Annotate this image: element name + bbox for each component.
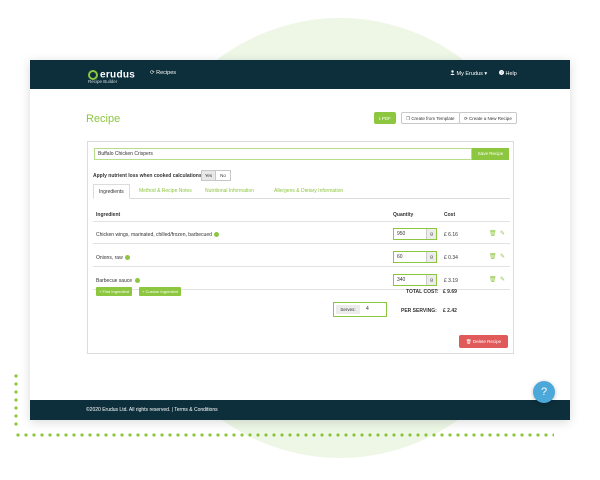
quantity-value: 340 bbox=[397, 277, 406, 283]
quantity-unit: g bbox=[426, 275, 436, 285]
recipe-name-input[interactable]: Buffalo Chicken Crispers bbox=[94, 148, 472, 160]
pencil-icon[interactable]: ✎ bbox=[500, 277, 505, 283]
ingredient-name: Chicken wings, marinated, chilled/frozen… bbox=[96, 232, 212, 238]
plus-icon: + bbox=[99, 289, 102, 294]
decorative-dots-vertical bbox=[14, 372, 18, 428]
table-row-ingredient-name: Chicken wings, marinated, chilled/frozen… bbox=[96, 232, 220, 238]
find-ingredient-button[interactable]: + Find Ingredient bbox=[96, 287, 133, 296]
pencil-icon[interactable]: ✎ bbox=[500, 254, 505, 260]
refresh-icon: ⟳ bbox=[150, 70, 155, 76]
custom-ingredient-button[interactable]: + Custom Ingredient bbox=[139, 287, 182, 296]
quantity-value: 950 bbox=[397, 231, 406, 237]
save-recipe-button[interactable]: Save Recipe bbox=[472, 148, 509, 160]
info-icon[interactable] bbox=[214, 232, 220, 238]
nav-recipes-link[interactable]: ⟳ Recipes bbox=[150, 70, 176, 76]
quantity-unit: g bbox=[426, 229, 436, 239]
trash-icon[interactable]: 🗑 bbox=[489, 277, 497, 283]
help-label: Help bbox=[505, 71, 517, 77]
decorative-dots-horizontal bbox=[14, 433, 554, 437]
total-cost-label: TOTAL COST: bbox=[406, 289, 439, 295]
my-account-label: My Erudus bbox=[456, 71, 483, 77]
page-title: Recipe bbox=[86, 113, 121, 125]
nav-recipes-label: Recipes bbox=[156, 70, 177, 76]
top-nav-bar: erudus Recipe Builder ⟳ Recipes My Erudu… bbox=[30, 60, 570, 89]
caret-down-icon: ▾ bbox=[484, 71, 488, 77]
info-icon[interactable] bbox=[134, 278, 140, 284]
per-serving-label: PER SERVING: bbox=[401, 308, 437, 314]
ingredient-cost: £ 6.16 bbox=[444, 232, 458, 238]
pdf-button[interactable]: ⭳ PDF bbox=[374, 112, 396, 124]
find-ingredient-label: Find Ingredient bbox=[102, 289, 130, 294]
recipe-panel: Buffalo Chicken Crispers Save Recipe App… bbox=[87, 141, 514, 354]
nutrient-loss-label: Apply nutrient loss when cooked calculat… bbox=[93, 173, 205, 179]
table-row-ingredient-name: Onions, raw bbox=[96, 255, 131, 261]
help-chat-button[interactable]: ? bbox=[533, 381, 555, 403]
trash-icon: 🗑 bbox=[465, 339, 472, 344]
tab-allergens-dietary[interactable]: Allergens & Dietary Information bbox=[269, 184, 348, 199]
ingredient-cost: £ 0.34 bbox=[444, 255, 458, 261]
toggle-yes[interactable]: Yes bbox=[202, 171, 216, 180]
refresh-icon: ⟳ bbox=[464, 116, 468, 121]
column-header-ingredient: Ingredient bbox=[96, 212, 121, 218]
logo-subtitle: Recipe Builder bbox=[88, 79, 118, 84]
recipe-tabs: Ingredients Method & Recipe Notes Nutrit… bbox=[93, 184, 510, 199]
footer: ©2020 Erudus Ltd. All rights reserved. |… bbox=[30, 400, 570, 420]
table-divider bbox=[93, 243, 510, 244]
footer-text: ©2020 Erudus Ltd. All rights reserved. |… bbox=[86, 407, 218, 413]
delete-recipe-button[interactable]: 🗑 Delete Recipe bbox=[459, 335, 508, 348]
serves-value: 4 bbox=[366, 306, 369, 312]
nutrient-loss-toggle[interactable]: Yes No bbox=[201, 170, 231, 181]
download-icon: ⭳ bbox=[379, 116, 381, 121]
tab-nutritional-information[interactable]: Nutritional Information bbox=[200, 184, 259, 199]
quantity-input[interactable]: 950 g bbox=[393, 228, 437, 240]
tab-ingredients[interactable]: Ingredients bbox=[93, 184, 130, 199]
serves-input[interactable]: Serves: 4 bbox=[333, 302, 387, 317]
copy-icon: ❐ bbox=[406, 116, 411, 121]
tab-method-notes[interactable]: Method & Recipe Notes bbox=[134, 184, 197, 199]
delete-recipe-label: Delete Recipe bbox=[472, 339, 502, 344]
my-account-menu[interactable]: My Erudus ▾ bbox=[450, 70, 487, 77]
table-divider bbox=[93, 221, 510, 222]
quantity-input[interactable]: 60 g bbox=[393, 251, 437, 263]
column-header-cost: Cost bbox=[444, 212, 456, 218]
create-from-template-button[interactable]: ❐ Create from Template bbox=[401, 112, 460, 124]
quantity-input[interactable]: 340 g bbox=[393, 274, 437, 286]
help-link[interactable]: ? Help bbox=[499, 70, 517, 77]
create-from-template-label: Create from Template bbox=[411, 116, 455, 121]
create-new-recipe-label: Create a New Recipe bbox=[469, 116, 512, 121]
ingredient-name: Onions, raw bbox=[96, 255, 123, 261]
trash-icon[interactable]: 🗑 bbox=[489, 231, 497, 237]
column-header-quantity: Quantity bbox=[393, 212, 414, 218]
user-icon bbox=[450, 70, 455, 75]
total-cost-value: £ 9.69 bbox=[443, 289, 457, 295]
trash-icon[interactable]: 🗑 bbox=[489, 254, 497, 260]
help-circle-icon: ? bbox=[499, 70, 504, 75]
ingredient-cost: £ 3.19 bbox=[444, 278, 458, 284]
app-window: erudus Recipe Builder ⟳ Recipes My Erudu… bbox=[30, 60, 570, 420]
custom-ingredient-label: Custom Ingredient bbox=[145, 289, 179, 294]
per-serving-value: £ 2.42 bbox=[443, 308, 457, 314]
serves-label: Serves: bbox=[336, 305, 360, 314]
ingredient-name: Barbecue sauce bbox=[96, 278, 133, 284]
create-new-recipe-button[interactable]: ⟳ Create a New Recipe bbox=[459, 112, 517, 124]
pdf-button-label: PDF bbox=[381, 116, 391, 121]
info-icon[interactable] bbox=[125, 255, 131, 261]
pencil-icon[interactable]: ✎ bbox=[500, 231, 505, 237]
quantity-value: 60 bbox=[397, 254, 403, 260]
toggle-no[interactable]: No bbox=[216, 171, 230, 180]
plus-icon: + bbox=[142, 289, 145, 294]
quantity-unit: g bbox=[426, 252, 436, 262]
table-row-ingredient-name: Barbecue sauce bbox=[96, 278, 140, 284]
table-divider bbox=[93, 266, 510, 267]
